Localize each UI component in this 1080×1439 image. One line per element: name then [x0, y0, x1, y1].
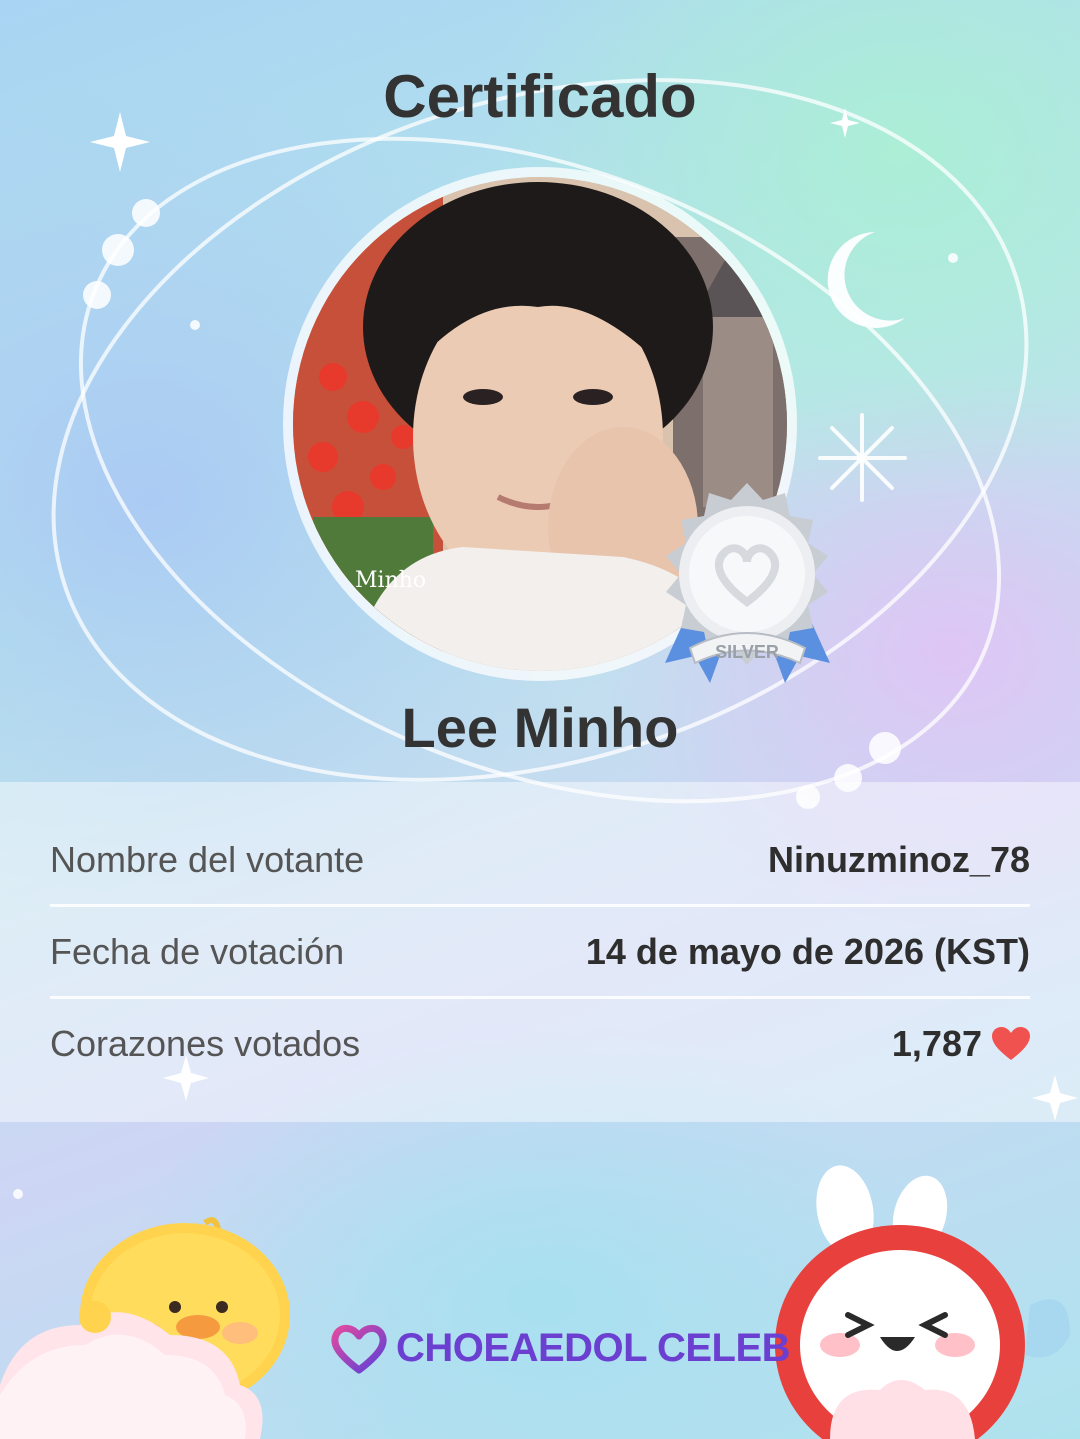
hearts-voted-row: Corazones votados 1,787: [50, 999, 1030, 1089]
voter-name-value: Ninuzminoz_78: [767, 839, 1030, 880]
hearts-voted-value: 1,787: [891, 1023, 982, 1064]
silver-badge-icon: SILVER: [665, 483, 830, 683]
brand-name: CHOEAEDOL CELEB: [396, 1325, 791, 1370]
brand-logo: CHOEAEDOL CELEB: [330, 1318, 791, 1378]
photo-watermark: Minho: [355, 568, 426, 593]
vote-date-value: 14 de mayo de 2026 (KST): [585, 931, 1030, 972]
hearts-voted-label: Corazones votados: [50, 1023, 361, 1064]
hearts-voted-value-group: 1,787: [892, 1023, 1030, 1065]
heart-icon: [992, 1027, 1030, 1060]
certificate-title: Certificado: [383, 63, 697, 130]
bunny-mascot-icon: [775, 1165, 1070, 1439]
voter-name-row: Nombre del votante Ninuzminoz_78: [50, 815, 1030, 905]
vote-date-row: Fecha de votación 14 de mayo de 2026 (KS…: [50, 907, 1030, 997]
voter-name-label: Nombre del votante: [50, 839, 365, 880]
badge-tier-label: SILVER: [715, 642, 779, 662]
celebrity-name: Lee Minho: [401, 696, 679, 759]
vote-date-label: Fecha de votación: [50, 931, 345, 972]
heart-logo-icon: [331, 1324, 387, 1374]
chick-mascot-icon: [0, 1217, 290, 1439]
